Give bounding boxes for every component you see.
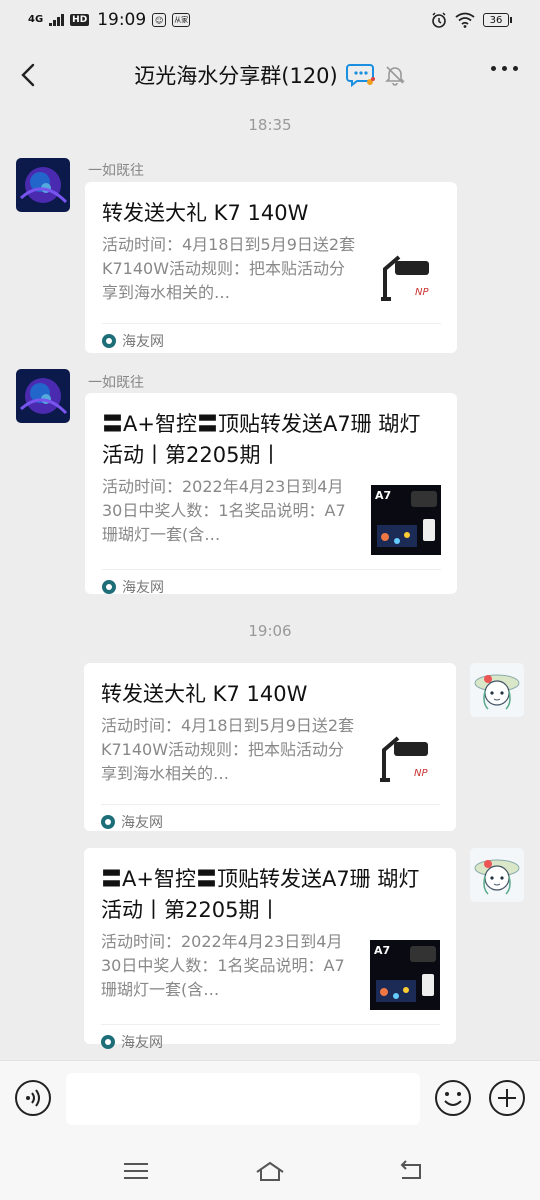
card-description: 活动时间：2022年4月23日到4月30日中奖人数：1名奖品说明：A7珊瑚灯一套… [101,932,345,999]
status-time: 19:09 [97,10,147,30]
system-nav-bar [0,1144,540,1200]
home-icon[interactable] [254,1156,286,1186]
a7-label: A7 [375,489,391,502]
status-bar: 4G HD 19:09 ☺ 从家 36 [0,0,540,40]
my-avatar[interactable] [470,663,524,717]
link-card[interactable]: 〓A+智控〓顶贴转发送A7珊 瑚灯活动丨第2205期丨 活动时间：2022年4月… [84,848,456,1051]
input-bar [0,1060,540,1144]
card-title: 转发送大礼 K7 140W [101,682,308,706]
avatar[interactable] [16,158,70,212]
hd-icon: HD [70,14,90,26]
back-nav-icon[interactable] [396,1156,428,1186]
source-logo-icon [101,1034,115,1049]
source-logo-icon [102,333,116,348]
a7-lamp-thumbnail: A7 [371,485,441,555]
menu-lines-icon[interactable] [120,1156,152,1186]
my-avatar[interactable] [470,848,524,902]
k7-lamp-thumbnail: NP [371,243,441,313]
notification-icon: ☺ [152,13,167,27]
card-description: 活动时间：2022年4月23日到4月30日中奖人数：1名奖品说明：A7珊瑚灯一套… [102,477,346,544]
timestamp: 18:35 [248,116,292,134]
sender-name: 一如既往 [88,163,144,179]
card-title: 〓A+智控〓顶贴转发送A7珊 瑚灯活动丨第2205期丨 [101,867,420,922]
emoji-icon[interactable] [434,1079,472,1117]
a7-label: A7 [374,944,390,957]
avatar[interactable] [16,369,70,423]
timestamp: 19:06 [248,622,292,640]
voice-input-icon[interactable] [14,1079,52,1117]
status-left: 4G HD 19:09 ☺ 从家 [28,10,191,30]
chat-bubble-icon [345,64,375,88]
a7-lamp-thumbnail: A7 [370,940,440,1010]
battery-level: 36 [483,13,509,27]
chat-title: 迈光海水分享群(120) [134,64,338,88]
link-card[interactable]: 转发送大礼 K7 140W 活动时间：4月18日到5月9日送2套K7140W活动… [85,182,457,353]
card-source: 海友网 [121,1034,163,1051]
sender-name: 一如既往 [88,375,144,391]
wifi-icon [455,12,475,28]
alarm-icon [432,12,446,28]
title-wrap: 迈光海水分享群(120) [134,60,405,90]
battery-icon: 36 [483,13,512,27]
link-card[interactable]: 〓A+智控〓顶贴转发送A7珊 瑚灯活动丨第2205期丨 活动时间：2022年4月… [85,393,457,596]
status-right: 36 [431,12,512,28]
brand-logo-text: NP [414,768,428,779]
chat-header: 迈光海水分享群(120) [0,40,540,110]
network-type: 4G [28,14,44,25]
more-menu-button[interactable] [491,66,518,71]
card-source: 海友网 [121,814,163,831]
source-logo-icon [102,579,116,594]
brand-logo-text: NP [415,287,429,298]
message-input[interactable] [66,1073,420,1125]
card-description: 活动时间：4月18日到5月9日送2套K7140W活动规则：把本贴活动分享到海水相… [101,716,355,783]
add-more-icon[interactable] [488,1079,526,1117]
app-notification-icon: 从家 [172,13,191,27]
card-source: 海友网 [122,333,164,350]
back-arrow-icon[interactable] [14,58,44,92]
card-description: 活动时间：4月18日到5月9日送2套K7140W活动规则：把本贴活动分享到海水相… [102,235,356,302]
source-logo-icon [101,814,115,829]
k7-lamp-thumbnail: NP [370,724,440,794]
card-title: 转发送大礼 K7 140W [102,201,309,225]
mute-bell-icon [384,66,405,86]
signal-icon [49,14,65,26]
card-title: 〓A+智控〓顶贴转发送A7珊 瑚灯活动丨第2205期丨 [102,412,421,467]
card-source: 海友网 [122,579,164,596]
link-card[interactable]: 转发送大礼 K7 140W 活动时间：4月18日到5月9日送2套K7140W活动… [84,663,456,831]
